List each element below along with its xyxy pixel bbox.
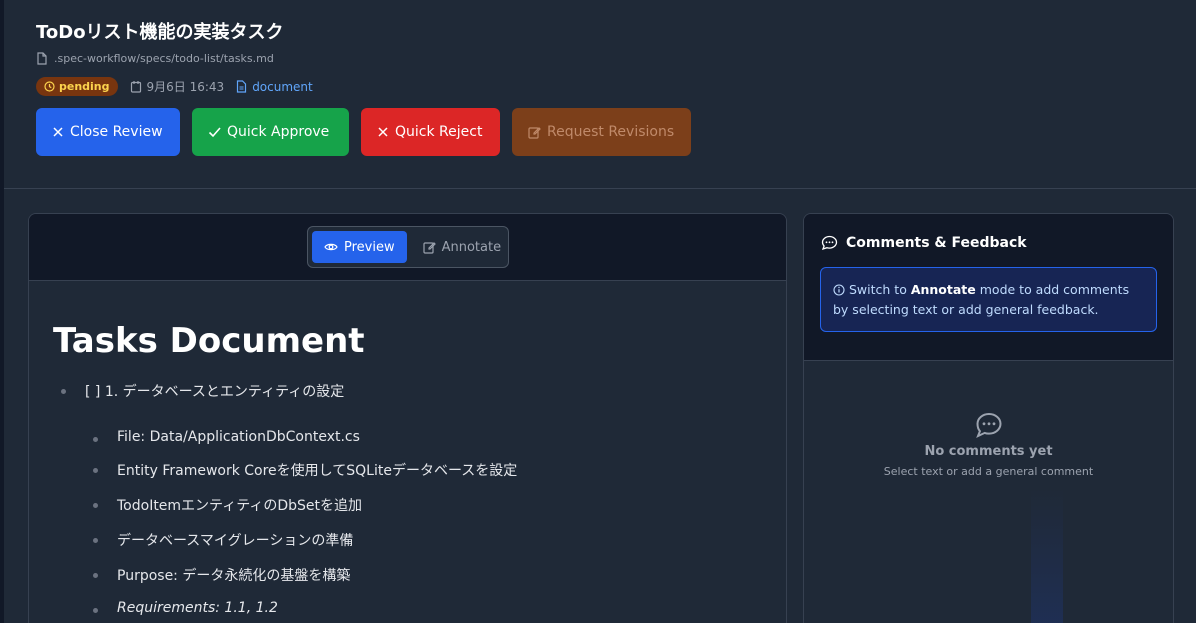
hint-prefix: Switch to — [849, 282, 911, 297]
list-item: TodoItemエンティティのDbSetを追加 — [53, 495, 762, 515]
x-icon — [377, 126, 389, 138]
calendar-icon — [130, 80, 142, 93]
document-content: Tasks Document [ ] 1. データベースとエンティティの設定 F… — [29, 281, 786, 616]
quick-approve-label: Quick Approve — [227, 124, 330, 140]
document-type-text: document — [252, 79, 313, 94]
quick-reject-label: Quick Reject — [395, 124, 483, 140]
document-heading: Tasks Document — [53, 321, 365, 361]
annotate-hint: Switch to Annotate mode to add comments … — [820, 267, 1157, 332]
quick-approve-button[interactable]: Quick Approve — [192, 108, 349, 156]
comments-title: Comments & Feedback — [821, 235, 1027, 251]
status-text: pending — [59, 80, 110, 93]
list-item: Purpose: データ永続化の基盤を構築 — [53, 565, 762, 585]
comments-header: Comments & Feedback Switch to Annotate m… — [804, 214, 1173, 361]
edit-icon — [528, 126, 541, 139]
task-list: [ ] 1. データベースとエンティティの設定 File: Data/Appli… — [53, 381, 762, 616]
empty-comments-state: No comments yet Select text or add a gen… — [804, 412, 1173, 478]
tab-preview-label: Preview — [344, 239, 395, 255]
empty-title: No comments yet — [924, 444, 1053, 459]
tab-annotate[interactable]: Annotate — [411, 231, 513, 263]
info-icon — [833, 284, 845, 296]
close-review-label: Close Review — [70, 124, 163, 140]
view-mode-toggle: Preview Annotate — [307, 226, 509, 268]
check-icon — [208, 126, 221, 138]
comments-title-text: Comments & Feedback — [846, 235, 1027, 251]
quick-reject-button[interactable]: Quick Reject — [361, 108, 500, 156]
document-icon — [236, 80, 247, 93]
chat-bubble-icon — [821, 235, 838, 251]
tab-preview[interactable]: Preview — [312, 231, 407, 263]
clock-icon — [44, 81, 55, 92]
tab-annotate-label: Annotate — [441, 239, 502, 255]
list-item: File: Data/ApplicationDbContext.cs — [53, 429, 762, 445]
document-panel: Preview Annotate Tasks Document [ ] 1. デ… — [28, 213, 787, 623]
x-icon — [52, 126, 64, 138]
chat-bubble-icon — [804, 412, 1173, 438]
request-revisions-button[interactable]: Request Revisions — [512, 108, 691, 156]
timestamp-text: 9月6日 16:43 — [146, 80, 225, 94]
page-title: ToDoリスト機能の実装タスク — [36, 22, 284, 43]
timestamp: 9月6日 16:43 — [130, 78, 225, 95]
file-icon — [36, 52, 48, 65]
list-item: データベースマイグレーションの準備 — [53, 530, 762, 550]
comments-panel: Comments & Feedback Switch to Annotate m… — [803, 213, 1174, 623]
request-revisions-label: Request Revisions — [547, 124, 675, 140]
scroll-shadow — [1031, 489, 1063, 623]
action-buttons: Close Review Quick Approve Quick Reject … — [36, 108, 691, 156]
hint-mode-name: Annotate — [910, 282, 976, 297]
file-path: .spec-workflow/specs/todo-list/tasks.md — [54, 52, 274, 65]
edit-icon — [423, 241, 436, 254]
meta-row: pending 9月6日 16:43 document — [36, 77, 313, 96]
status-badge: pending — [36, 77, 118, 96]
file-path-row: .spec-workflow/specs/todo-list/tasks.md — [36, 52, 274, 65]
close-review-button[interactable]: Close Review — [36, 108, 180, 156]
eye-icon — [324, 242, 338, 252]
list-item: Requirements: 1.1, 1.2 — [53, 600, 762, 616]
document-type-link[interactable]: document — [236, 80, 313, 94]
view-toolbar: Preview Annotate — [29, 214, 786, 281]
review-header: ToDoリスト機能の実装タスク .spec-workflow/specs/tod… — [4, 0, 1196, 189]
list-item: Entity Framework Coreを使用してSQLiteデータベースを設… — [53, 460, 762, 480]
list-item: [ ] 1. データベースとエンティティの設定 — [53, 381, 762, 401]
empty-subtitle: Select text or add a general comment — [883, 465, 1094, 478]
